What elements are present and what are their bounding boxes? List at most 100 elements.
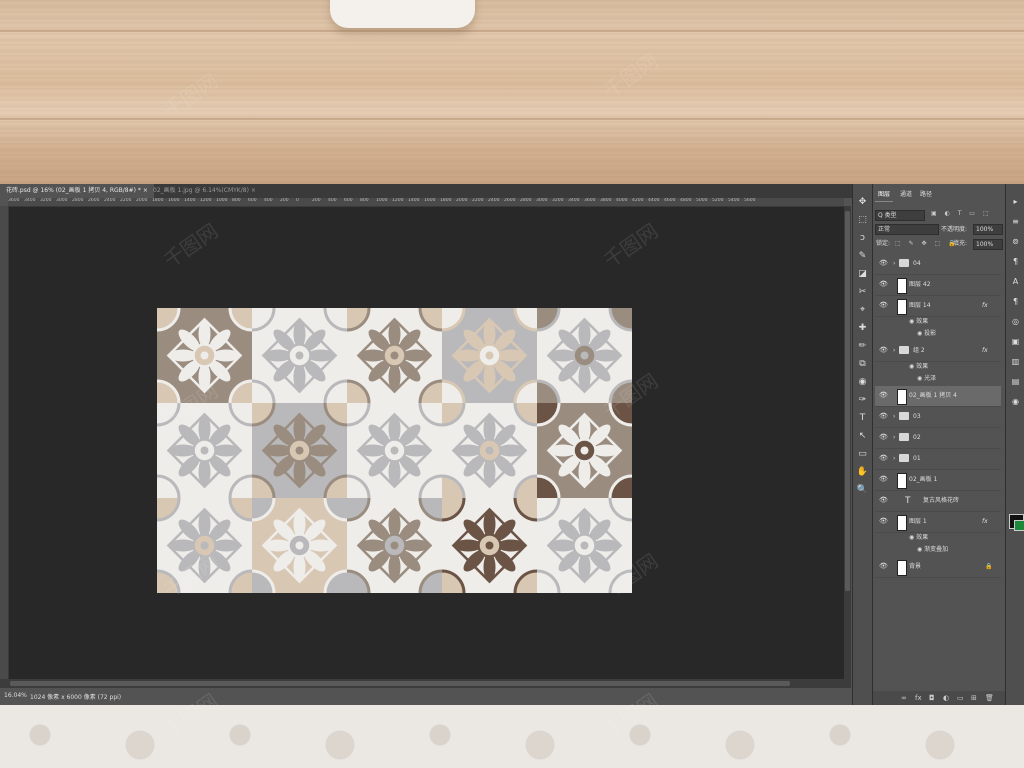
tab-document-active[interactable]: 花砖.psd @ 16% (02_画板 1 拷贝 4, RGB/8#) * × xyxy=(0,184,154,198)
visibility-eye-icon[interactable]: 👁 xyxy=(879,347,888,354)
crop-tool-icon[interactable]: ✂ xyxy=(856,286,869,299)
stamp-tool-icon[interactable]: ⧉ xyxy=(856,358,869,371)
horizontal-ruler[interactable]: 3600 3400 3200 3000 2800 2600 2400 2200 2000 1800… xyxy=(8,198,844,207)
layer-row[interactable]: 👁 图层 42 xyxy=(875,275,1001,296)
group-icon[interactable]: ▭ xyxy=(957,694,964,702)
expand-chevron-icon[interactable]: › xyxy=(893,449,895,469)
eraser-tool-icon[interactable]: ◪ xyxy=(856,268,869,281)
character-icon[interactable]: A xyxy=(1009,276,1022,288)
marquee-tool-icon[interactable]: ⬚ xyxy=(856,214,869,227)
canvas-area[interactable] xyxy=(9,207,844,679)
swatch-icon[interactable]: ▣ xyxy=(1009,336,1022,348)
lasso-tool-icon[interactable]: ↄ xyxy=(856,232,869,245)
expand-chevron-icon[interactable]: › xyxy=(893,407,895,427)
visibility-eye-icon[interactable]: 👁 xyxy=(879,563,888,570)
tab-channels[interactable]: 通道 xyxy=(897,189,915,201)
healing-tool-icon[interactable]: ✚ xyxy=(856,322,869,335)
fx-icon[interactable]: fx xyxy=(982,512,988,532)
visibility-eye-icon[interactable]: 👁 xyxy=(879,434,888,441)
visibility-eye-icon[interactable]: 👁 xyxy=(879,518,888,525)
fx-icon[interactable]: fx xyxy=(982,341,988,361)
adjust-icon[interactable]: ⊚ xyxy=(1009,236,1022,248)
layer-row[interactable]: 👁 图层 1 fx xyxy=(875,512,1001,533)
move-tool-icon[interactable]: ✥ xyxy=(856,196,869,209)
tab-paths[interactable]: 路径 xyxy=(917,189,935,201)
zoom-tool-icon[interactable]: 🔍 xyxy=(856,484,869,497)
pen-tool-icon[interactable]: ✑ xyxy=(856,394,869,407)
hand-tool-icon[interactable]: ✋ xyxy=(856,466,869,479)
filter-icons[interactable]: ▣ ◐ T ▭ ⬚ xyxy=(931,210,992,217)
layer-effect-item[interactable]: ◉ 效果 xyxy=(909,362,928,372)
wood-seam xyxy=(0,30,1024,32)
background-swatch[interactable] xyxy=(1014,520,1024,531)
scroll-thumb[interactable] xyxy=(10,681,790,686)
mask-icon[interactable]: ◘ xyxy=(929,694,935,702)
visibility-eye-icon[interactable]: 👁 xyxy=(879,497,888,504)
type-tool-icon[interactable]: T xyxy=(856,412,869,425)
opacity-field[interactable]: 100% xyxy=(973,224,1003,235)
vertical-scrollbar[interactable] xyxy=(844,206,851,679)
layer-row[interactable]: 👁 02_画板 1 拷贝 4 xyxy=(875,386,1001,407)
ruler-tick-label: 200 xyxy=(312,198,321,203)
paragraph-style-icon[interactable]: ¶ xyxy=(1009,296,1022,308)
horizontal-scrollbar[interactable] xyxy=(0,679,851,688)
paragraph-icon[interactable]: ¶ xyxy=(1009,256,1022,268)
layer-effect-item[interactable]: ◉ 渐变叠加 xyxy=(917,545,948,555)
layer-row[interactable]: 👁 02_画板 1 xyxy=(875,470,1001,491)
layer-row[interactable]: 👁 › 组 2 fx xyxy=(875,341,1001,362)
expand-chevron-icon[interactable]: › xyxy=(893,341,895,361)
visibility-eye-icon[interactable]: 👁 xyxy=(879,260,888,267)
document-size[interactable]: 1024 像素 x 6000 像素 (72 ppi) xyxy=(30,692,121,701)
lock-icons[interactable]: ⬚ ✎ ✥ ⬚ 🔒 xyxy=(895,239,959,249)
trash-icon[interactable]: 🗑 xyxy=(985,694,994,702)
ruler-tick-label: 1600 xyxy=(424,198,436,203)
history-icon[interactable]: ▤ xyxy=(1009,376,1022,388)
ruler-tick-label: 1400 xyxy=(184,198,196,203)
layer-effect-item[interactable]: ◉ 效果 xyxy=(909,317,928,327)
visibility-eye-icon[interactable]: 👁 xyxy=(879,281,888,288)
play-icon[interactable]: ▸ xyxy=(1009,196,1022,208)
shape-tool-icon[interactable]: ▭ xyxy=(856,448,869,461)
dodge-tool-icon[interactable]: ◉ xyxy=(856,376,869,389)
pencil-tool-icon[interactable]: ✏ xyxy=(856,340,869,353)
filter-select[interactable]: Q 类型 xyxy=(875,210,925,221)
layer-row[interactable]: 👁 图层 14 fx xyxy=(875,296,1001,317)
vertical-ruler[interactable] xyxy=(0,206,9,679)
layer-effect-item[interactable]: ◉ 投影 xyxy=(917,329,936,339)
adjustment-icon[interactable]: ◐ xyxy=(943,694,949,702)
visibility-eye-icon[interactable]: 👁 xyxy=(879,302,888,309)
fill-field[interactable]: 100% xyxy=(973,239,1003,250)
tab-document-inactive[interactable]: 02_画板 1.jpg @ 6.14%(CMYK/8) × xyxy=(147,184,262,198)
ruler-tick-label: 800 xyxy=(360,198,369,203)
blend-mode-select[interactable]: 正常 xyxy=(875,224,939,235)
visibility-eye-icon[interactable]: 👁 xyxy=(879,392,888,399)
path-select-tool-icon[interactable]: ↖ xyxy=(856,430,869,443)
scroll-thumb[interactable] xyxy=(845,211,850,591)
layer-row[interactable]: 👁 背景 🔒 xyxy=(875,557,1001,578)
link-icon[interactable]: ∞ xyxy=(901,694,907,702)
layer-effect-item[interactable]: ◉ 效果 xyxy=(909,533,928,543)
brush-tool-icon[interactable]: ✎ xyxy=(856,250,869,263)
expand-chevron-icon[interactable]: › xyxy=(893,254,895,274)
visibility-eye-icon[interactable]: 👁 xyxy=(879,413,888,420)
tab-layers[interactable]: 图层 xyxy=(875,189,894,202)
eyedropper-tool-icon[interactable]: ⌖ xyxy=(856,304,869,317)
properties-icon[interactable]: ≡ xyxy=(1009,216,1022,228)
layer-effect-item[interactable]: ◉ 光泽 xyxy=(917,374,936,384)
fx-icon[interactable]: fx xyxy=(915,694,922,702)
zoom-level[interactable]: 16.04% xyxy=(4,692,27,699)
layer-row[interactable]: 👁 › 01 xyxy=(875,449,1001,470)
visibility-eye-icon[interactable]: 👁 xyxy=(879,476,888,483)
layer-row[interactable]: 👁 › 03 xyxy=(875,407,1001,428)
library-icon[interactable]: ▥ xyxy=(1009,356,1022,368)
layer-row[interactable]: 👁 T 复古风格花砖 xyxy=(875,491,1001,512)
layer-row[interactable]: 👁 › 04 xyxy=(875,254,1001,275)
fx-icon[interactable]: fx xyxy=(982,296,988,316)
expand-chevron-icon[interactable]: › xyxy=(893,428,895,448)
layer-row[interactable]: 👁 › 02 xyxy=(875,428,1001,449)
visibility-eye-icon[interactable]: 👁 xyxy=(879,455,888,462)
tab-close-icon[interactable]: × xyxy=(251,187,256,194)
new-layer-icon[interactable]: ⊞ xyxy=(971,694,977,702)
nav-icon[interactable]: ◉ xyxy=(1009,396,1022,408)
color-icon[interactable]: ◎ xyxy=(1009,316,1022,328)
